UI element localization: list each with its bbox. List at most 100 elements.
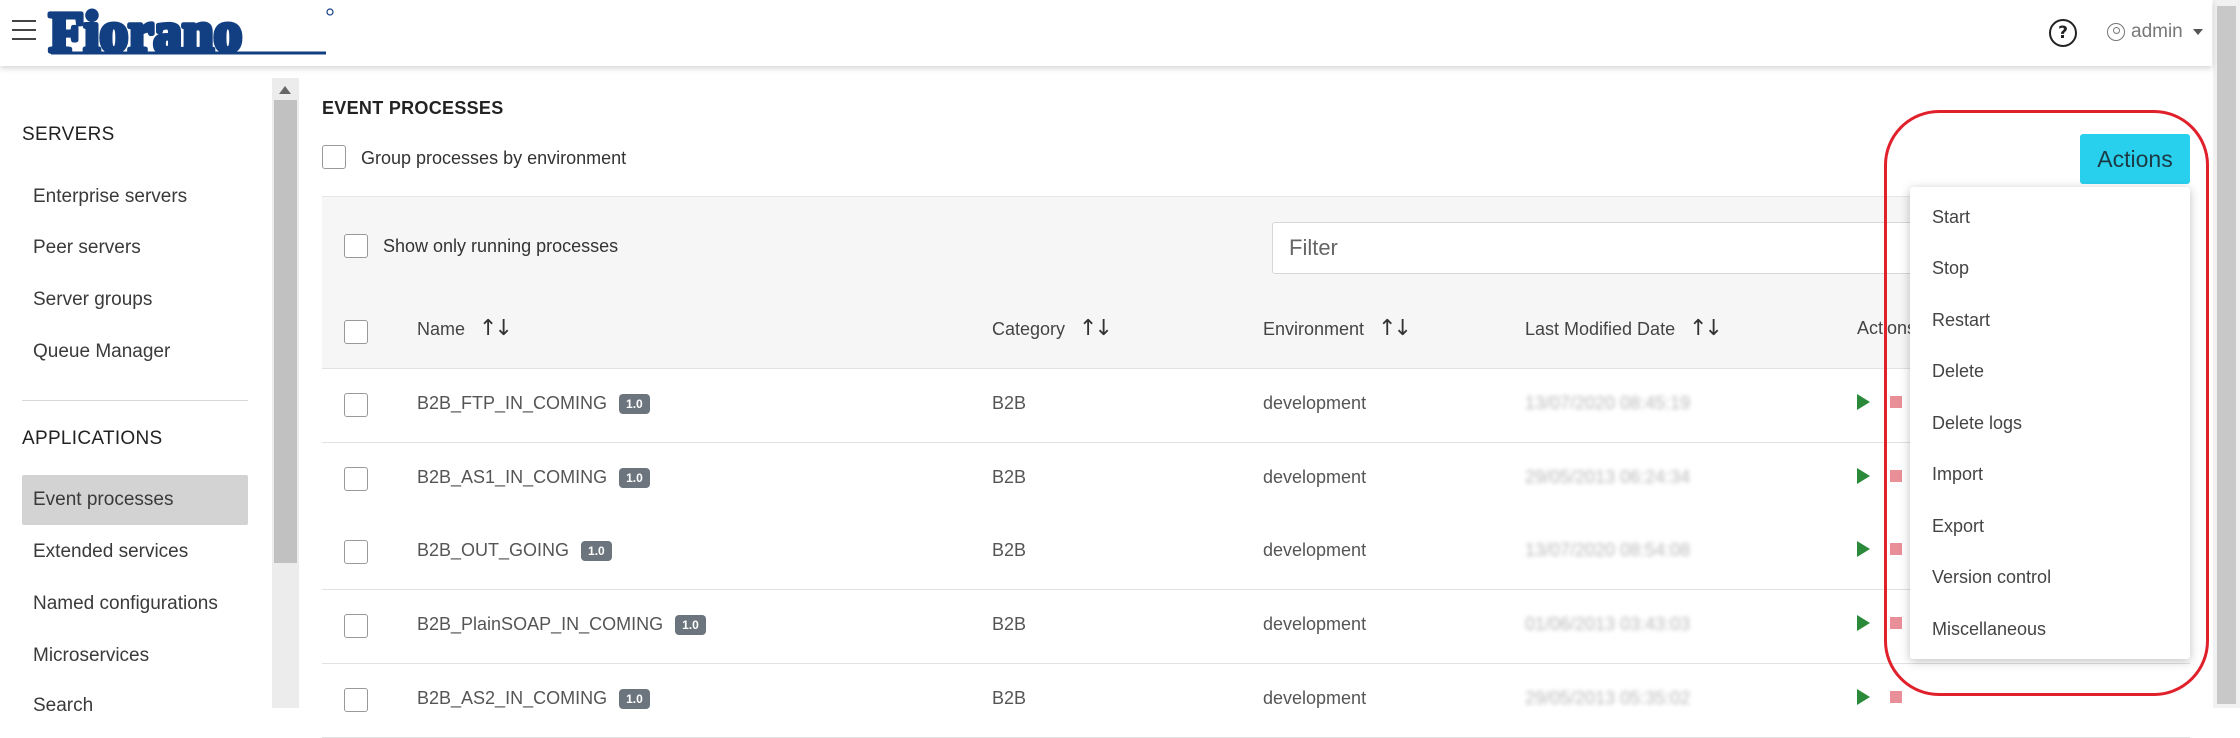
stop-icon[interactable] <box>1890 396 1902 408</box>
menu-item-import[interactable]: Import <box>1932 464 1983 485</box>
page-scrollbar[interactable] <box>2213 0 2240 708</box>
start-icon[interactable] <box>1857 615 1870 631</box>
start-icon[interactable] <box>1857 394 1870 410</box>
menu-item-restart[interactable]: Restart <box>1932 310 1990 331</box>
user-menu[interactable]: admin <box>2107 20 2203 44</box>
column-header-actions: Actions <box>1857 318 1916 339</box>
row-checkbox[interactable] <box>344 467 368 491</box>
menu-item-miscellaneous[interactable]: Miscellaneous <box>1932 619 2046 640</box>
last-modified-cell: 01/06/2013 03:43:03 <box>1525 614 1691 634</box>
version-badge: 1.0 <box>619 393 650 414</box>
sidebar-scrollbar-thumb[interactable] <box>274 100 297 563</box>
menu-item-delete-logs[interactable]: Delete logs <box>1932 413 2022 434</box>
version-badge: 1.0 <box>619 467 650 488</box>
username: admin <box>2131 21 2183 42</box>
process-name-cell[interactable]: B2B_AS2_IN_COMING 1.0 <box>417 688 650 709</box>
fiorano-logo[interactable]: Fiorano Fiorano <box>46 2 336 58</box>
menu-item-delete[interactable]: Delete <box>1932 361 1984 382</box>
last-modified-cell: 29/05/2013 05:35:02 <box>1525 688 1691 708</box>
sidebar-item-queue-manager[interactable]: Queue Manager <box>22 327 248 377</box>
column-header-category-label: Category <box>992 318 1066 339</box>
servers-section-title: SERVERS <box>22 124 115 145</box>
menu-item-version-control[interactable]: Version control <box>1932 567 2051 588</box>
row-checkbox[interactable] <box>344 614 368 638</box>
process-name-cell[interactable]: B2B_FTP_IN_COMING 1.0 <box>417 393 650 414</box>
row-checkbox[interactable] <box>344 540 368 564</box>
column-header-environment-label: Environment <box>1263 318 1365 339</box>
column-header-last-modified[interactable]: Last Modified Date ↑↓ <box>1525 318 1723 340</box>
menu-item-start[interactable]: Start <box>1932 207 1970 228</box>
sidebar-scrollbar[interactable] <box>272 78 299 708</box>
process-name[interactable]: B2B_AS1_IN_COMING <box>417 467 607 488</box>
version-badge: 1.0 <box>675 614 706 635</box>
environment-cell: development <box>1263 614 1367 634</box>
sidebar-item-server-groups[interactable]: Server groups <box>22 275 248 325</box>
group-by-environment-label: Group processes by environment <box>361 148 627 168</box>
sidebar-item-extended-services[interactable]: Extended services <box>22 527 248 577</box>
column-header-environment[interactable]: Environment ↑↓ <box>1263 318 1412 340</box>
last-modified-cell: 13/07/2020 08:54:08 <box>1525 540 1691 560</box>
category-cell: B2B <box>992 614 1027 634</box>
show-running-checkbox[interactable] <box>344 234 368 258</box>
sidebar-item-peer-servers[interactable]: Peer servers <box>22 223 248 273</box>
svg-text:Fiorano: Fiorano <box>49 2 242 58</box>
environment-cell: development <box>1263 688 1367 708</box>
start-icon[interactable] <box>1857 468 1870 484</box>
actions-button[interactable]: Actions <box>2080 134 2190 184</box>
top-header: Fiorano Fiorano ? admin <box>0 0 2212 66</box>
page-title: EVENT PROCESSES <box>322 98 504 118</box>
sort-icon[interactable]: ↑↓ <box>1689 318 1723 340</box>
user-icon <box>2107 23 2125 41</box>
start-icon[interactable] <box>1857 541 1870 557</box>
sidebar-item-search[interactable]: Search <box>22 681 248 731</box>
stop-icon[interactable] <box>1890 470 1902 482</box>
column-header-name[interactable]: Name ↑↓ <box>417 318 513 340</box>
process-name-cell[interactable]: B2B_OUT_GOING 1.0 <box>417 540 612 561</box>
actions-dropdown-menu: Start Stop Restart Delete Delete logs Im… <box>1910 187 2190 659</box>
column-header-actions-label: Actions <box>1857 318 1917 338</box>
column-header-category[interactable]: Category ↑↓ <box>992 318 1113 340</box>
applications-section-title: APPLICATIONS <box>22 428 163 449</box>
filter-input[interactable] <box>1272 222 1972 274</box>
sort-icon[interactable]: ↑↓ <box>479 318 513 340</box>
sidebar-item-event-processes[interactable]: Event processes <box>22 475 248 525</box>
column-header-name-label: Name <box>417 318 466 339</box>
sidebar-item-named-configurations[interactable]: Named configurations <box>22 579 248 629</box>
row-checkbox[interactable] <box>344 393 368 417</box>
menu-item-export[interactable]: Export <box>1932 516 1984 537</box>
scroll-up-arrow-icon[interactable] <box>279 86 291 94</box>
category-cell: B2B <box>992 393 1027 413</box>
process-name[interactable]: B2B_FTP_IN_COMING <box>417 393 607 414</box>
process-name[interactable]: B2B_AS2_IN_COMING <box>417 688 607 709</box>
start-icon[interactable] <box>1857 689 1870 705</box>
sidebar-divider <box>22 400 248 401</box>
sidebar-item-microservices[interactable]: Microservices <box>22 631 248 681</box>
sort-icon[interactable]: ↑↓ <box>1378 318 1412 340</box>
category-cell: B2B <box>992 467 1027 487</box>
sidebar-item-enterprise-servers[interactable]: Enterprise servers <box>22 172 248 222</box>
hamburger-menu-icon[interactable] <box>12 20 36 42</box>
process-name[interactable]: B2B_OUT_GOING <box>417 540 569 561</box>
environment-cell: development <box>1263 393 1367 413</box>
process-name-cell[interactable]: B2B_AS1_IN_COMING 1.0 <box>417 467 650 488</box>
show-running-label: Show only running processes <box>383 236 619 256</box>
help-icon[interactable]: ? <box>2049 19 2077 47</box>
sidebar: SERVERS Enterprise servers Peer servers … <box>0 66 270 716</box>
menu-item-stop[interactable]: Stop <box>1932 258 1969 279</box>
process-name-cell[interactable]: B2B_PlainSOAP_IN_COMING 1.0 <box>417 614 706 635</box>
environment-cell: development <box>1263 540 1367 560</box>
version-badge: 1.0 <box>619 688 650 709</box>
stop-icon[interactable] <box>1890 543 1902 555</box>
version-badge: 1.0 <box>581 540 612 561</box>
table-row[interactable]: B2B_AS2_IN_COMING 1.0 B2B development 29… <box>322 664 2190 738</box>
select-all-checkbox[interactable] <box>344 320 368 344</box>
stop-icon[interactable] <box>1890 617 1902 629</box>
sort-icon[interactable]: ↑↓ <box>1079 318 1113 340</box>
process-name[interactable]: B2B_PlainSOAP_IN_COMING <box>417 614 663 635</box>
column-header-last-modified-label: Last Modified Date <box>1525 318 1676 339</box>
group-by-environment-checkbox[interactable] <box>322 145 346 169</box>
row-checkbox[interactable] <box>344 688 368 712</box>
stop-icon[interactable] <box>1890 691 1902 703</box>
page-scrollbar-thumb[interactable] <box>2217 6 2236 704</box>
last-modified-cell: 13/07/2020 08:45:19 <box>1525 393 1691 413</box>
